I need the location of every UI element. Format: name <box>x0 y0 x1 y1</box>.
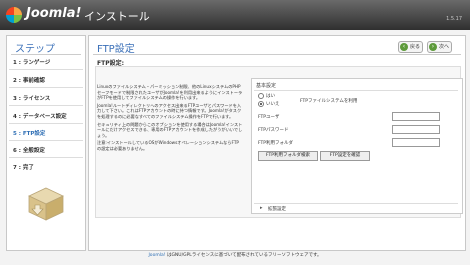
step-ftp: 5 : FTP設定 <box>13 131 46 137</box>
step-general: 6 : 全般設定 <box>13 148 45 154</box>
divider <box>9 157 83 158</box>
description-paragraph: Joomla!ルートディレクトリへのアクセス出来るFTPユーザとパスワードを入力… <box>97 102 242 119</box>
use-ftp-no-label: いいえ <box>266 102 280 107</box>
step-license: 3 : ライセンス <box>13 96 51 102</box>
ftp-password-input[interactable] <box>392 125 440 134</box>
header-title: インストール <box>84 10 150 23</box>
brand-name: Joomla! <box>26 6 82 21</box>
use-ftp-yes-radio[interactable] <box>258 93 264 99</box>
install-box-icon <box>28 187 64 221</box>
step-language: 1 : ランゲージ <box>13 60 51 66</box>
description-paragraph: セキュリティ上の問題からこのオプションを使用する場合はJoomla!インストール… <box>97 121 243 138</box>
back-label: 戻る <box>410 44 421 50</box>
arrow-right-icon: › <box>429 43 437 51</box>
divider <box>9 87 83 88</box>
next-label: 次へ <box>439 44 450 50</box>
ftp-description: Linuxのファイルシステム・パーミッション制限、他のLinuxシステムのPHP… <box>97 84 243 154</box>
steps-title: ステップ <box>15 44 55 55</box>
divider <box>254 90 458 91</box>
page-title: FTP設定 <box>97 44 135 55</box>
divider <box>93 54 461 55</box>
footer-text: はGNU/GPLライセンスに基づいて配布されているフリーソフトウェアです。 <box>165 253 322 258</box>
divider <box>9 69 83 70</box>
divider <box>9 123 83 124</box>
use-ftp-no-radio[interactable] <box>258 101 264 107</box>
joomla-logo-icon <box>6 7 22 23</box>
advanced-settings-label: 拡張設定 <box>268 207 286 212</box>
back-button[interactable]: ‹ 戻る <box>398 41 424 53</box>
step-database: 4 : データベース設定 <box>13 114 67 120</box>
advanced-settings-toggle[interactable]: ▸ 拡張設定 <box>254 203 458 212</box>
divider <box>9 105 83 106</box>
triangle-right-icon: ▸ <box>260 205 263 211</box>
steps-sidebar: ステップ 1 : ランゲージ 2 : 事前確認 3 : ライセンス 4 : デー… <box>6 35 86 251</box>
ftp-root-input[interactable] <box>392 138 440 147</box>
divider <box>11 54 81 55</box>
joomla-link[interactable]: Joomla! <box>148 253 165 258</box>
divider <box>9 140 83 141</box>
basic-settings-box: 基本設定 はい いいえ FTPファイルシステムを利用 FTPユーザ FTPパスワ… <box>251 78 463 214</box>
ftp-user-label: FTPユーザ <box>258 115 280 120</box>
version-label: 1.5.17 <box>446 16 462 22</box>
description-paragraph: Linuxのファイルシステム・パーミッション制限、他のLinuxシステムのPHP… <box>97 84 243 101</box>
basic-settings-heading: 基本設定 <box>256 83 277 89</box>
autofind-ftp-path-button[interactable]: FTP利用フォルダ検索 <box>258 151 318 161</box>
use-ftp-label: FTPファイルシステムを利用 <box>300 99 358 104</box>
verify-ftp-settings-button[interactable]: FTP設定を確認 <box>320 151 370 161</box>
next-button[interactable]: › 次へ <box>427 41 453 53</box>
description-paragraph: 注意:インストールしているOSがWindowsオペレーションシステムならFTPの… <box>97 140 239 151</box>
step-precheck: 2 : 事前確認 <box>13 78 45 84</box>
main-panel: FTP設定 ‹ 戻る › 次へ FTP設定: Linuxのファイルシステム・パー… <box>88 35 466 251</box>
ftp-password-label: FTPパスワード <box>258 128 289 133</box>
ftp-user-input[interactable] <box>392 112 440 121</box>
footer: Joomla! はGNU/GPLライセンスに基づいて配布されているフリーソフトウ… <box>0 252 470 258</box>
step-finish: 7 : 完了 <box>13 165 34 171</box>
app-header: Joomla! インストール 1.5.17 <box>0 0 470 30</box>
ftp-root-label: FTP利用フォルダ <box>258 141 293 146</box>
arrow-left-icon: ‹ <box>400 43 408 51</box>
use-ftp-yes-label: はい <box>266 94 275 99</box>
